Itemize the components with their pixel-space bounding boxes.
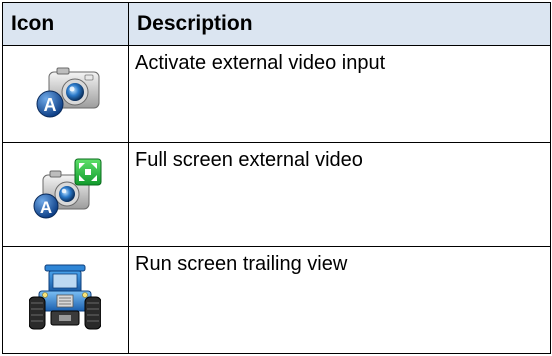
description-text: Full screen external video bbox=[135, 148, 363, 171]
description-cell: Full screen external video bbox=[128, 141, 551, 248]
header-icon-cell: Icon bbox=[2, 1, 129, 47]
icon-cell: A bbox=[2, 141, 129, 248]
icon-cell: A bbox=[2, 45, 129, 143]
description-text: Activate external video input bbox=[135, 52, 386, 75]
description-cell: Activate external video input bbox=[128, 45, 551, 143]
tractor-icon bbox=[29, 264, 101, 330]
header-description-cell: Description bbox=[128, 1, 551, 47]
description-text: Run screen trailing view bbox=[135, 253, 348, 276]
icon-cell bbox=[2, 246, 129, 354]
camera-a-icon: A bbox=[36, 67, 100, 118]
table-row: A Full screen external video bbox=[2, 141, 551, 248]
table-row: A Activate external video input bbox=[2, 45, 551, 143]
description-cell: Run screen trailing view bbox=[128, 246, 551, 354]
table-row: Run screen trailing view bbox=[2, 246, 551, 354]
header-description-label: Description bbox=[137, 12, 253, 36]
svg-text:A: A bbox=[40, 198, 52, 217]
table-header-row: Icon Description bbox=[2, 1, 551, 47]
camera-fullscreen-icon: A bbox=[33, 158, 102, 219]
icon-description-table: Icon Description A Activate external vid… bbox=[2, 1, 551, 354]
svg-text:A: A bbox=[44, 95, 57, 115]
header-icon-label: Icon bbox=[11, 12, 55, 36]
